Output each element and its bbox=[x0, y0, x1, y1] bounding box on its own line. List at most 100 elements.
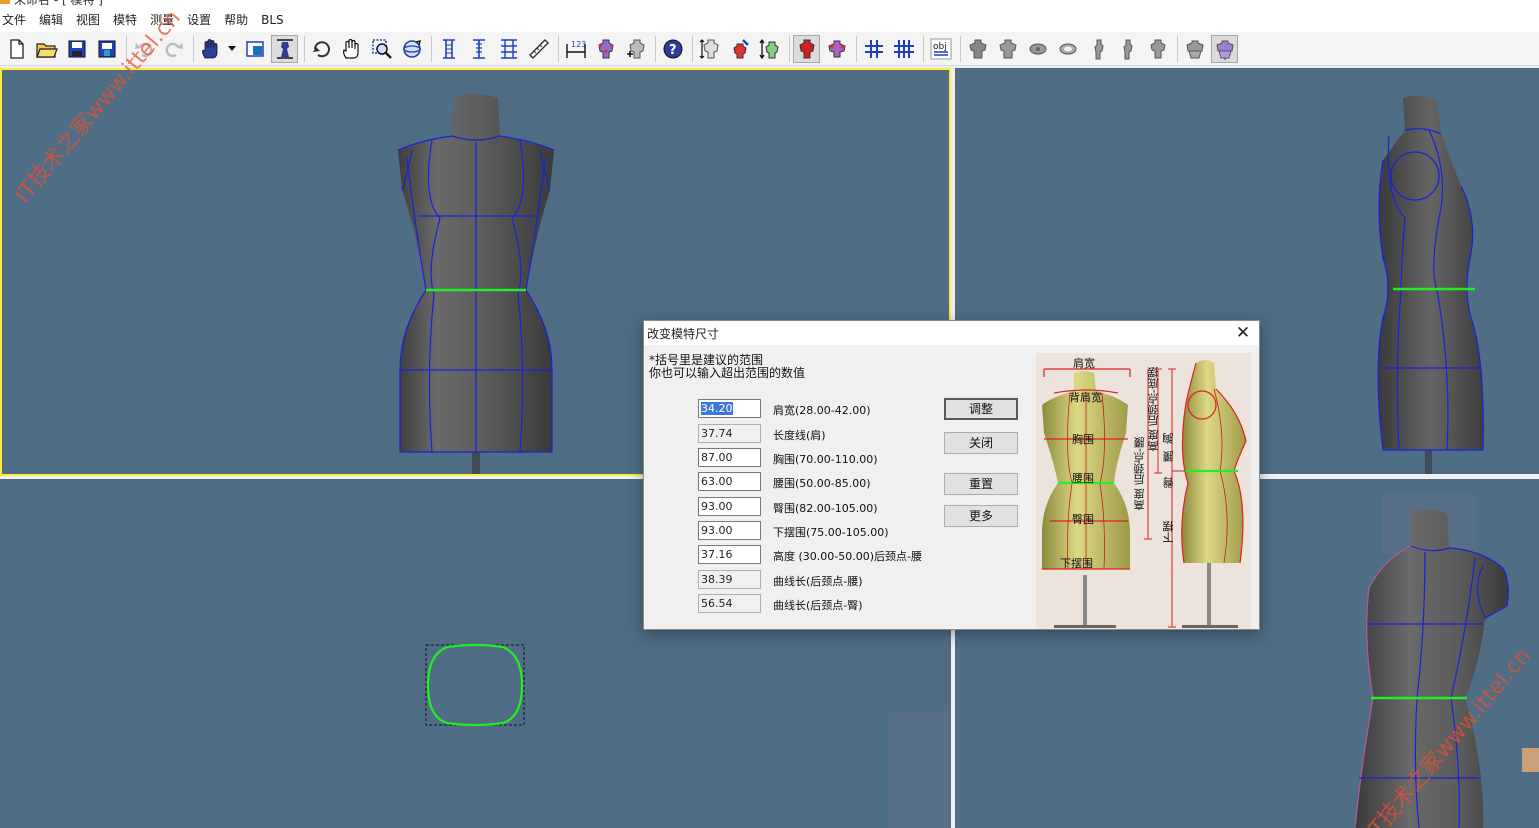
svg-text:123: 123 bbox=[571, 40, 586, 49]
chevron-down-icon[interactable] bbox=[227, 35, 237, 63]
hem-label: 下摆围(75.00-105.00) bbox=[773, 526, 889, 539]
curve-hip-label: 曲线长(后颈点-臀) bbox=[773, 599, 863, 612]
toolbar-separator bbox=[856, 35, 857, 62]
toolbar-separator bbox=[558, 35, 559, 62]
torso-2-icon[interactable] bbox=[994, 35, 1021, 63]
menu-help[interactable]: 帮助 bbox=[217, 8, 254, 32]
menu-bls[interactable]: BLS bbox=[254, 8, 290, 32]
obj-export-icon[interactable]: obj bbox=[927, 35, 954, 63]
curve-waist-value: 38.39 bbox=[698, 570, 761, 589]
menu-view[interactable]: 视图 bbox=[69, 8, 106, 32]
svg-text:?: ? bbox=[669, 43, 677, 58]
fit-view-icon[interactable] bbox=[271, 34, 298, 63]
model-purple-icon[interactable] bbox=[823, 35, 850, 63]
zoom-region-icon[interactable] bbox=[368, 35, 395, 63]
chest-input[interactable]: 87.00 bbox=[698, 448, 761, 467]
fig-label-hem: 下摆围 bbox=[1060, 557, 1093, 570]
torso-8-icon[interactable] bbox=[1181, 35, 1208, 63]
measure-grid-icon[interactable] bbox=[495, 35, 522, 63]
model-points-icon[interactable] bbox=[592, 35, 619, 63]
close-button[interactable]: 关闭 bbox=[944, 432, 1018, 454]
waist-input[interactable]: 63.00 bbox=[698, 472, 761, 491]
menu-edit[interactable]: 编辑 bbox=[32, 8, 69, 32]
close-icon[interactable]: ✕ bbox=[1233, 323, 1253, 343]
more-button[interactable]: 更多 bbox=[944, 505, 1018, 527]
app-window: 未命名 - [ 模特 ] 文件 编辑 视图 模特 测量 设置 帮助 BLS 12… bbox=[0, 0, 1539, 828]
save-icon[interactable] bbox=[63, 35, 90, 63]
toolbar-separator bbox=[692, 35, 693, 62]
fig-label-hip-side: 臀 bbox=[1162, 477, 1175, 488]
selection-box bbox=[425, 644, 525, 726]
menu-file[interactable]: 文件 bbox=[0, 8, 32, 32]
model-paint-icon[interactable] bbox=[726, 35, 753, 63]
menu-bar: 文件 编辑 视图 模特 测量 设置 帮助 BLS bbox=[0, 8, 1539, 32]
fig-label-chest: 胸围 bbox=[1072, 433, 1094, 446]
height-input[interactable]: 37.16 bbox=[698, 545, 761, 564]
torso-7-icon[interactable] bbox=[1144, 35, 1171, 63]
shoulder-length-label: 长度线(肩) bbox=[773, 429, 826, 442]
fig-label-shoulder: 肩宽 bbox=[1073, 357, 1095, 370]
fig-label-hip: 臀围 bbox=[1072, 513, 1094, 526]
model-stretch-icon[interactable] bbox=[756, 35, 783, 63]
ruler-icon[interactable] bbox=[525, 35, 552, 63]
torso-6-icon[interactable] bbox=[1114, 35, 1141, 63]
chest-label: 胸围(70.00-110.00) bbox=[773, 453, 878, 466]
toolbar-separator bbox=[923, 35, 924, 62]
window-title: 未命名 - [ 模特 ] bbox=[14, 0, 103, 7]
model-add-icon[interactable] bbox=[622, 35, 649, 63]
torso-1-icon[interactable] bbox=[964, 35, 991, 63]
app-icon bbox=[0, 0, 10, 4]
waist-label: 腰围(50.00-85.00) bbox=[773, 477, 871, 490]
fig-label-waist: 腰围 bbox=[1072, 472, 1094, 485]
new-file-icon[interactable] bbox=[3, 35, 30, 63]
hip-label: 臀围(82.00-105.00) bbox=[773, 502, 878, 515]
number-123-icon[interactable]: 123 bbox=[562, 35, 589, 63]
toolbar-separator bbox=[655, 35, 656, 62]
dialog-title: 改变模特尺寸 bbox=[647, 327, 720, 341]
grid-small-icon[interactable] bbox=[860, 35, 887, 63]
measurement-diagram: 肩宽 背肩宽 胸围 腰围 臀围 下摆围 高度 后颈点-腰 高度 后颈点-底摆 胸… bbox=[1036, 353, 1251, 629]
menu-settings[interactable]: 设置 bbox=[180, 8, 217, 32]
menu-model[interactable]: 模特 bbox=[106, 8, 143, 32]
toolbar-separator bbox=[304, 35, 305, 62]
fig-label-hem-side: 下摆 bbox=[1162, 521, 1175, 543]
rotate-icon[interactable] bbox=[308, 35, 335, 63]
toolbar-separator bbox=[789, 35, 790, 62]
shoulder-length-value: 37.74 bbox=[698, 424, 761, 443]
torso-4-icon[interactable] bbox=[1054, 35, 1081, 63]
svg-text:obj: obj bbox=[933, 42, 947, 52]
waist-outline bbox=[426, 643, 524, 727]
title-bar: 未命名 - [ 模特 ] bbox=[0, 0, 1539, 8]
shoulder-width-input[interactable]: 34.20 bbox=[698, 399, 761, 418]
fig-label-waist-side: 腰 bbox=[1162, 451, 1175, 462]
adjust-button[interactable]: 调整 bbox=[944, 398, 1018, 420]
curve-hip-value: 56.54 bbox=[698, 594, 761, 613]
torso-5-icon[interactable] bbox=[1084, 35, 1111, 63]
reset-button[interactable]: 重置 bbox=[944, 473, 1018, 495]
viewport-layout-icon[interactable] bbox=[241, 35, 268, 63]
torso-active-icon[interactable] bbox=[1211, 34, 1238, 63]
grid-large-icon[interactable] bbox=[890, 35, 917, 63]
toolbar-separator bbox=[193, 35, 194, 62]
fig-label-height-neck-hem: 高度 后颈点-底摆 bbox=[1147, 367, 1160, 452]
open-folder-icon[interactable] bbox=[33, 35, 60, 63]
measure-vertical-icon[interactable] bbox=[435, 35, 462, 63]
dialog-title-bar[interactable]: 改变模特尺寸 ✕ bbox=[644, 321, 1259, 345]
resize-model-dialog: 改变模特尺寸 ✕ *括号里是建议的范围 你也可以输入超出范围的数值 34.20 … bbox=[643, 320, 1260, 630]
curve-waist-label: 曲线长(后颈点-腰) bbox=[773, 575, 863, 588]
model-height-icon[interactable] bbox=[696, 35, 723, 63]
hand-dropdown-icon[interactable] bbox=[197, 35, 224, 63]
hint-line-2: 你也可以输入超出范围的数值 bbox=[649, 366, 806, 380]
toolbar-separator bbox=[431, 35, 432, 62]
pan-hand-icon[interactable] bbox=[338, 35, 365, 63]
hip-input[interactable]: 93.00 bbox=[698, 497, 761, 516]
orbit-icon[interactable] bbox=[398, 35, 425, 63]
height-label: 高度 (30.00-50.00)后颈点-腰 bbox=[773, 550, 922, 563]
help-icon[interactable]: ? bbox=[659, 35, 686, 63]
torso-3-icon[interactable] bbox=[1024, 35, 1051, 63]
hem-input[interactable]: 93.00 bbox=[698, 521, 761, 540]
measure-spacing-icon[interactable] bbox=[465, 35, 492, 63]
model-red-icon[interactable] bbox=[793, 34, 820, 63]
toolbar: 123 ? obj bbox=[0, 32, 1539, 66]
toolbar-separator bbox=[1177, 35, 1178, 62]
